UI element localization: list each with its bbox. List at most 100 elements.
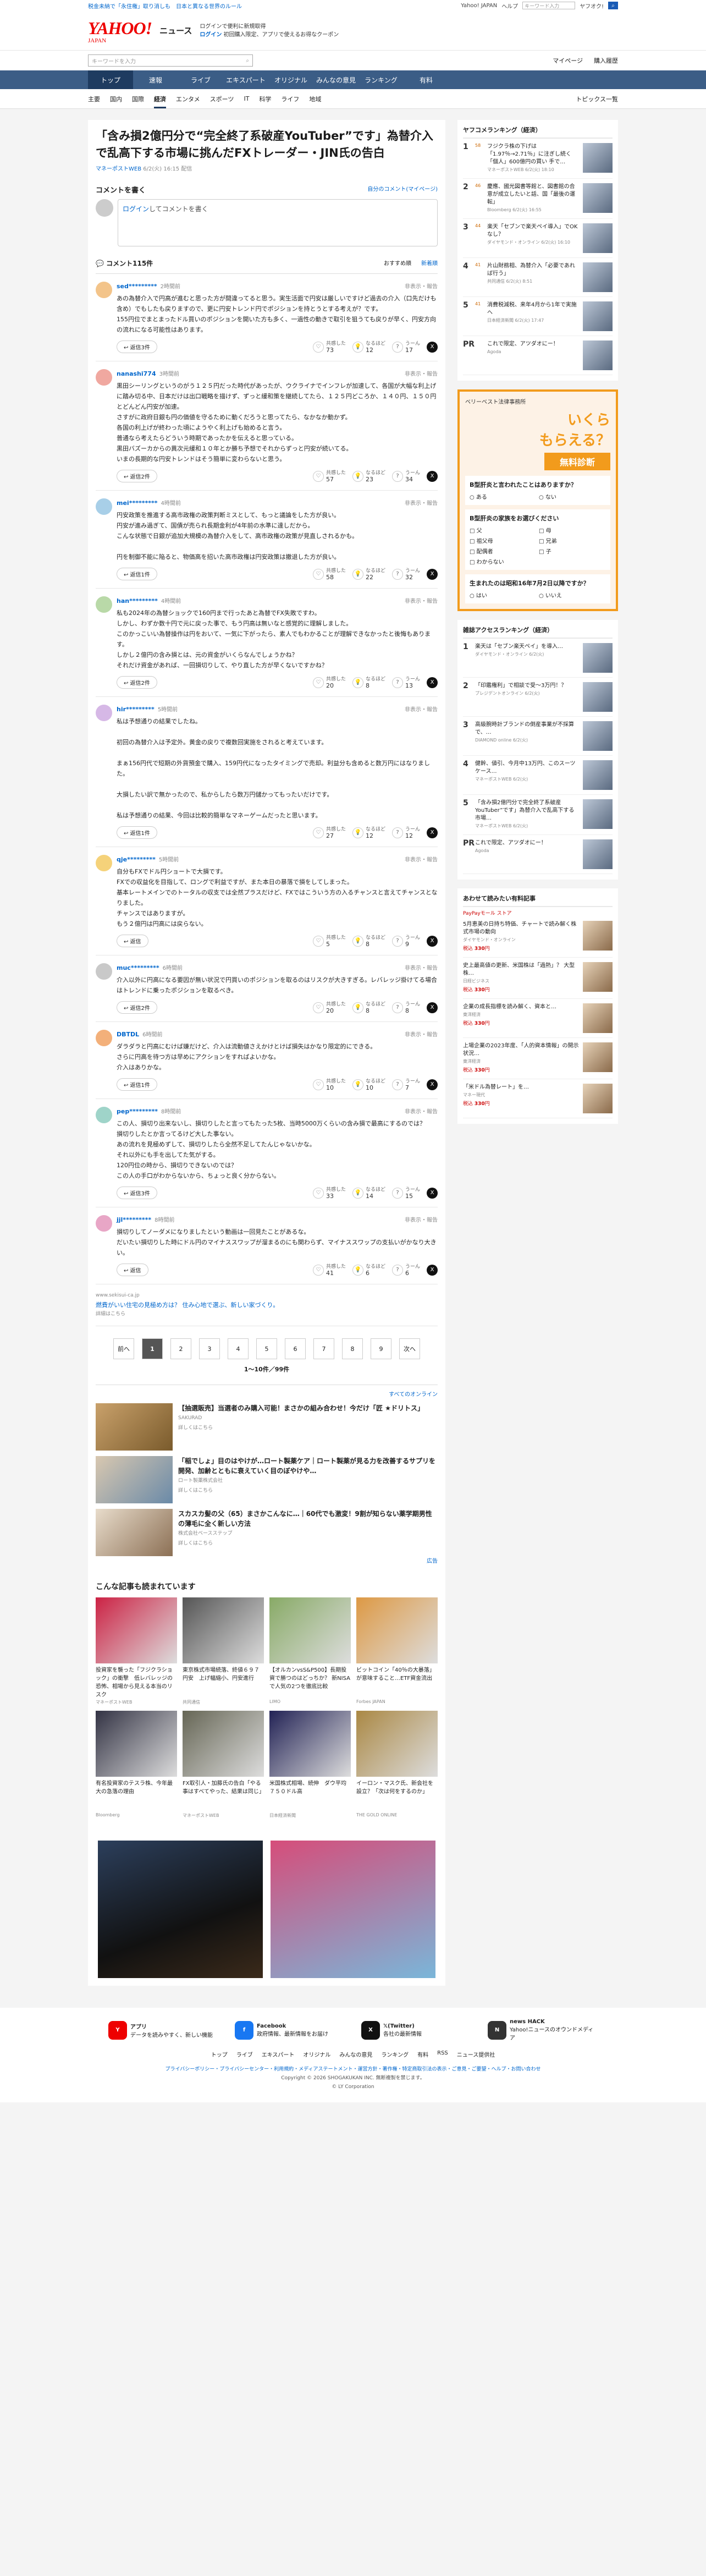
react-insight-button[interactable]: 💡 なるほど 14 [352,1187,385,1199]
x-share-icon[interactable]: X [427,1079,438,1090]
cat-sports[interactable]: スポーツ [210,95,234,103]
report-link[interactable]: 非表示・報告 [405,498,438,507]
ranking-item[interactable]: 2 「印鑑権利」で相談で受～3万円！？ プレジデントオンライン 6/2(火) [463,678,613,717]
report-link[interactable]: 非表示・報告 [405,1215,438,1223]
cat-domestic[interactable]: 国内 [110,95,122,103]
reply-button[interactable]: ↩ 返信2件 [117,1001,157,1014]
avatar[interactable] [96,855,112,871]
footer-newshack[interactable]: Nnews HACK Yahoo!ニュースのオウンドメディア [488,2019,598,2041]
yahoo-logo[interactable]: YAHOO! JAPAN [88,18,152,44]
sort-newest[interactable]: 新着順 [421,259,438,268]
react-empathy-button[interactable]: ♡ 共感した 41 [312,1264,346,1276]
ranking-item[interactable]: 1 楽天は「セブン楽天ペイ」を導入… ダイヤモンド・オンライン 6/2(火) [463,639,613,678]
report-link[interactable]: 非表示・報告 [405,1107,438,1115]
footer-nav-link[interactable]: ライブ [236,2050,253,2058]
avatar[interactable] [96,282,112,298]
top-search-button[interactable]: ⌕ [608,2,618,9]
cat-life[interactable]: ライフ [281,95,299,103]
footer-nav-link[interactable]: みんなの意見 [339,2050,372,2058]
footer-links[interactable]: プライバシーポリシー・プライバシーセンター・利用規約・メディアステートメント・運… [88,2065,618,2074]
recommended-item[interactable]: 有名投資家のテスラ株、今年最大の急落の理由 Bloomberg [96,1711,177,1819]
next-page-button[interactable]: 次へ [399,1338,420,1359]
comment-username[interactable]: hir********* [117,706,155,713]
react-doubt-button[interactable]: ? うーん 17 [391,341,420,353]
footer-nav-link[interactable]: ニュース提供社 [457,2050,495,2058]
yahoo-japan-link[interactable]: Yahoo! JAPAN [461,3,497,9]
article-title[interactable]: 「含み損2億円分で“完全終了系破産YouTuber”です」為替介入で乱高下する市… [96,128,438,162]
footer-nav-link[interactable]: 有料 [417,2050,428,2058]
recommended-item[interactable]: 【オルカンvsS&P500】長期投資で勝つのはどっちか？ 新NISAで人気の2つ… [269,1597,351,1705]
gnav-opinion[interactable]: みんなの意見 [313,70,358,89]
react-doubt-button[interactable]: ? うーん 8 [391,1002,420,1014]
x-share-icon[interactable]: X [427,1264,438,1276]
page-3[interactable]: 3 [199,1338,220,1359]
gnav-top[interactable]: トップ [88,70,133,89]
cat-science[interactable]: 科学 [259,95,271,103]
inline-ad[interactable]: www.sekisui-ca.jp 燃費がいい住宅の見極め方は？ 住み心地で選ぶ… [96,1284,438,1326]
ad-item[interactable]: スカスカ髪の父（65）まさかこんなに…｜60代でも激変！9割が知らない薬学期男性… [96,1509,438,1556]
react-doubt-button[interactable]: ? うーん 6 [391,1264,420,1276]
ranking-item[interactable]: 3 44 楽天「セブンで楽天ペイ導入」でOKなし？ ダイヤモンド・オンライン 6/2(… [463,219,613,258]
gnav-expert[interactable]: エキスパート [223,70,268,89]
cat-world[interactable]: 国際 [132,95,144,103]
top-headline-link[interactable]: 税金未納で「永住権」取り消しも 日本と異なる世界のルール [88,2,242,10]
footer-facebook[interactable]: f Facebook 政府情報、最新情報をお届け [235,2019,345,2041]
display-ad[interactable] [98,1841,263,1978]
paid-article-item[interactable]: 5月恵美の日持ち特価、チャートで読み解く株式市場の動向 ダイヤモンド・オンライン税… [463,916,613,958]
react-doubt-button[interactable]: ? うーん 15 [391,1187,420,1199]
report-link[interactable]: 非表示・報告 [405,855,438,863]
ad-item[interactable]: 【抽選販売】当選者のみ購入可能！まさかの組み合わせ！今だけ「匠 ★ドリトス」 SA… [96,1403,438,1451]
react-empathy-button[interactable]: ♡ 共感した 33 [312,1187,346,1199]
help-link[interactable]: ヘルプ [501,2,518,10]
avatar[interactable] [96,596,112,613]
quiz-option[interactable]: ○ ある [470,492,537,501]
react-insight-button[interactable]: 💡 なるほど 8 [352,1002,385,1014]
top-search-input[interactable]: キーワード入力 [522,2,576,9]
react-doubt-button[interactable]: ? うーん 7 [391,1079,420,1091]
recommended-item[interactable]: FX取引人・加藤氏の告白「やる事はすべてやった、結果は同じ」 マネーポストWEB [183,1711,264,1819]
ranking-item[interactable]: 5 41 消費税減税、来年4月から1年で実施へ 日本経済新聞 6/2(火) 17:47 [463,297,613,336]
login-link[interactable]: ログイン [123,205,149,213]
react-empathy-button[interactable]: ♡ 共感した 10 [312,1079,346,1091]
footer-nav-link[interactable]: オリジナル [303,2050,330,2058]
cat-entertainment[interactable]: エンタメ [176,95,200,103]
prev-page-button[interactable]: 前へ [113,1338,134,1359]
x-share-icon[interactable]: X [427,470,438,482]
comment-username[interactable]: muc********* [117,964,159,971]
x-share-icon[interactable]: X [427,1187,438,1199]
react-doubt-button[interactable]: ? うーん 12 [391,827,420,839]
react-insight-button[interactable]: 💡 なるほど 8 [352,935,385,947]
report-link[interactable]: 非表示・報告 [405,282,438,290]
comment-username[interactable]: nanashi774 [117,370,156,377]
report-link[interactable]: 非表示・報告 [405,369,438,377]
avatar[interactable] [96,963,112,980]
comment-username[interactable]: qje********* [117,856,156,863]
react-doubt-button[interactable]: ? うーん 34 [391,470,420,482]
react-empathy-button[interactable]: ♡ 共感した 57 [312,470,346,482]
report-link[interactable]: 非表示・報告 [405,596,438,605]
quiz-option[interactable]: □ 母 [539,526,606,534]
page-2[interactable]: 2 [170,1338,191,1359]
recommended-item[interactable]: ビットコイン「40％の大暴落」が意味すること…ETF資金流出 Forbes JAP… [356,1597,438,1705]
comment-username[interactable]: DBTDL [117,1031,139,1038]
react-empathy-button[interactable]: ♡ 共感した 20 [312,1002,346,1014]
page-1[interactable]: 1 [142,1338,163,1359]
avatar[interactable] [96,498,112,515]
comment-username[interactable]: pep********* [117,1108,158,1115]
page-8[interactable]: 8 [342,1338,363,1359]
footer-app[interactable]: Y アプリ データを読みやすく、新しい機能 [108,2019,218,2041]
quiz-option[interactable]: ○ ない [539,492,606,501]
footer-nav-link[interactable]: トップ [211,2050,228,2058]
gnav-original[interactable]: オリジナル [268,70,313,89]
comment-username[interactable]: sed********* [117,283,157,290]
paid-article-item[interactable]: 企業の成長指標を読み解く、資本と… 東洋経済 税込 330円 [463,999,613,1038]
report-link[interactable]: 非表示・報告 [405,963,438,971]
gnav-breaking[interactable]: 速報 [133,70,178,89]
react-insight-button[interactable]: 💡 なるほど 12 [352,827,385,839]
page-4[interactable]: 4 [228,1338,249,1359]
avatar[interactable] [96,705,112,721]
react-empathy-button[interactable]: ♡ 共感した 5 [312,935,346,947]
footer-nav-link[interactable]: ランキング [381,2050,409,2058]
quiz-option[interactable]: ○ いいえ [539,591,606,599]
sort-recommended[interactable]: おすすめ順 [384,259,411,268]
